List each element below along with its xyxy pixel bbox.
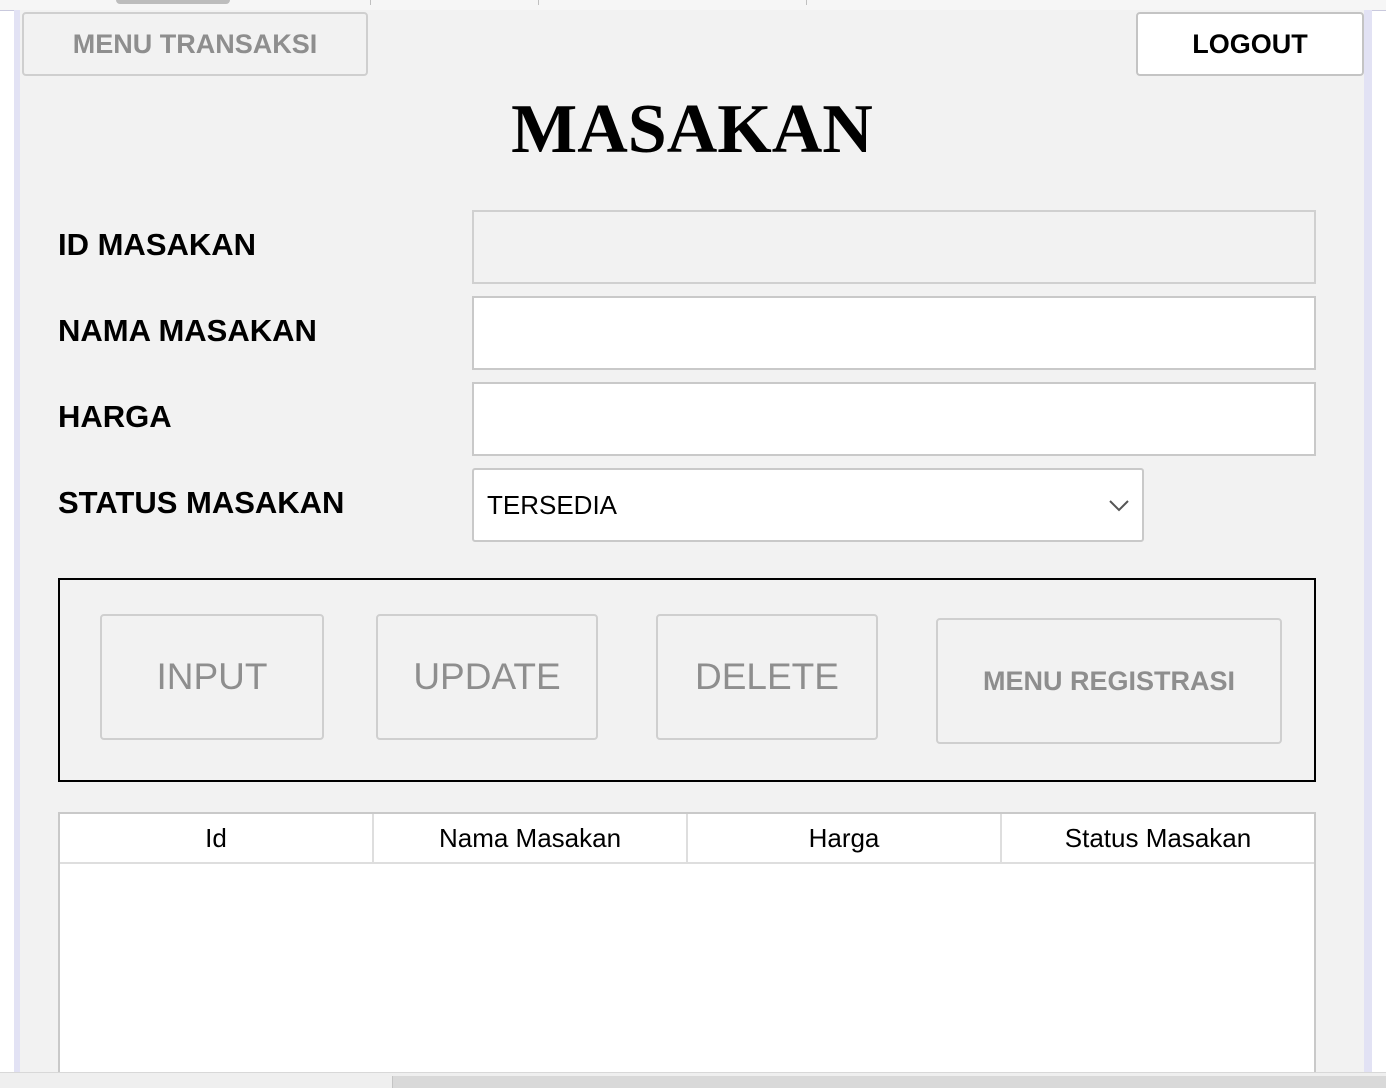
id-masakan-label: ID MASAKAN [58, 227, 257, 262]
nama-masakan-field[interactable] [472, 296, 1316, 370]
scrollbar-thumb[interactable] [392, 1076, 1386, 1088]
column-header-harga[interactable]: Harga [688, 814, 1002, 862]
column-header-status-masakan[interactable]: Status Masakan [1002, 814, 1314, 862]
status-masakan-select[interactable]: TERSEDIA [472, 468, 1144, 542]
status-selected-value: TERSEDIA [487, 490, 618, 520]
delete-button[interactable]: DELETE [656, 614, 878, 740]
app-window: MENU TRANSAKSI LOGOUT MASAKAN ID MASAKAN… [0, 0, 1386, 1088]
chevron-down-icon [1109, 500, 1129, 512]
tab-indicator[interactable] [116, 0, 230, 4]
menu-transaksi-button[interactable]: MENU TRANSAKSI [22, 12, 368, 76]
input-button[interactable]: INPUT [100, 614, 324, 740]
logout-button[interactable]: LOGOUT [1136, 12, 1364, 76]
nama-masakan-label: NAMA MASAKAN [58, 313, 317, 348]
window-frame-right [1364, 10, 1372, 1072]
masakan-table[interactable]: Id Nama Masakan Harga Status Masakan [58, 812, 1316, 1074]
table-body[interactable] [60, 864, 1314, 1072]
tab-separator [538, 0, 539, 5]
harga-label: HARGA [58, 399, 172, 434]
tab-separator [806, 0, 807, 5]
menu-registrasi-button[interactable]: MENU REGISTRASI [936, 618, 1282, 744]
update-button[interactable]: UPDATE [376, 614, 598, 740]
id-masakan-field[interactable] [472, 210, 1316, 284]
table-header: Id Nama Masakan Harga Status Masakan [60, 814, 1314, 864]
status-masakan-label: STATUS MASAKAN [58, 485, 345, 520]
column-header-id[interactable]: Id [60, 814, 374, 862]
column-header-nama-masakan[interactable]: Nama Masakan [374, 814, 688, 862]
page-title: MASAKAN [511, 91, 873, 168]
harga-field[interactable] [472, 382, 1316, 456]
tab-separator [370, 0, 371, 5]
